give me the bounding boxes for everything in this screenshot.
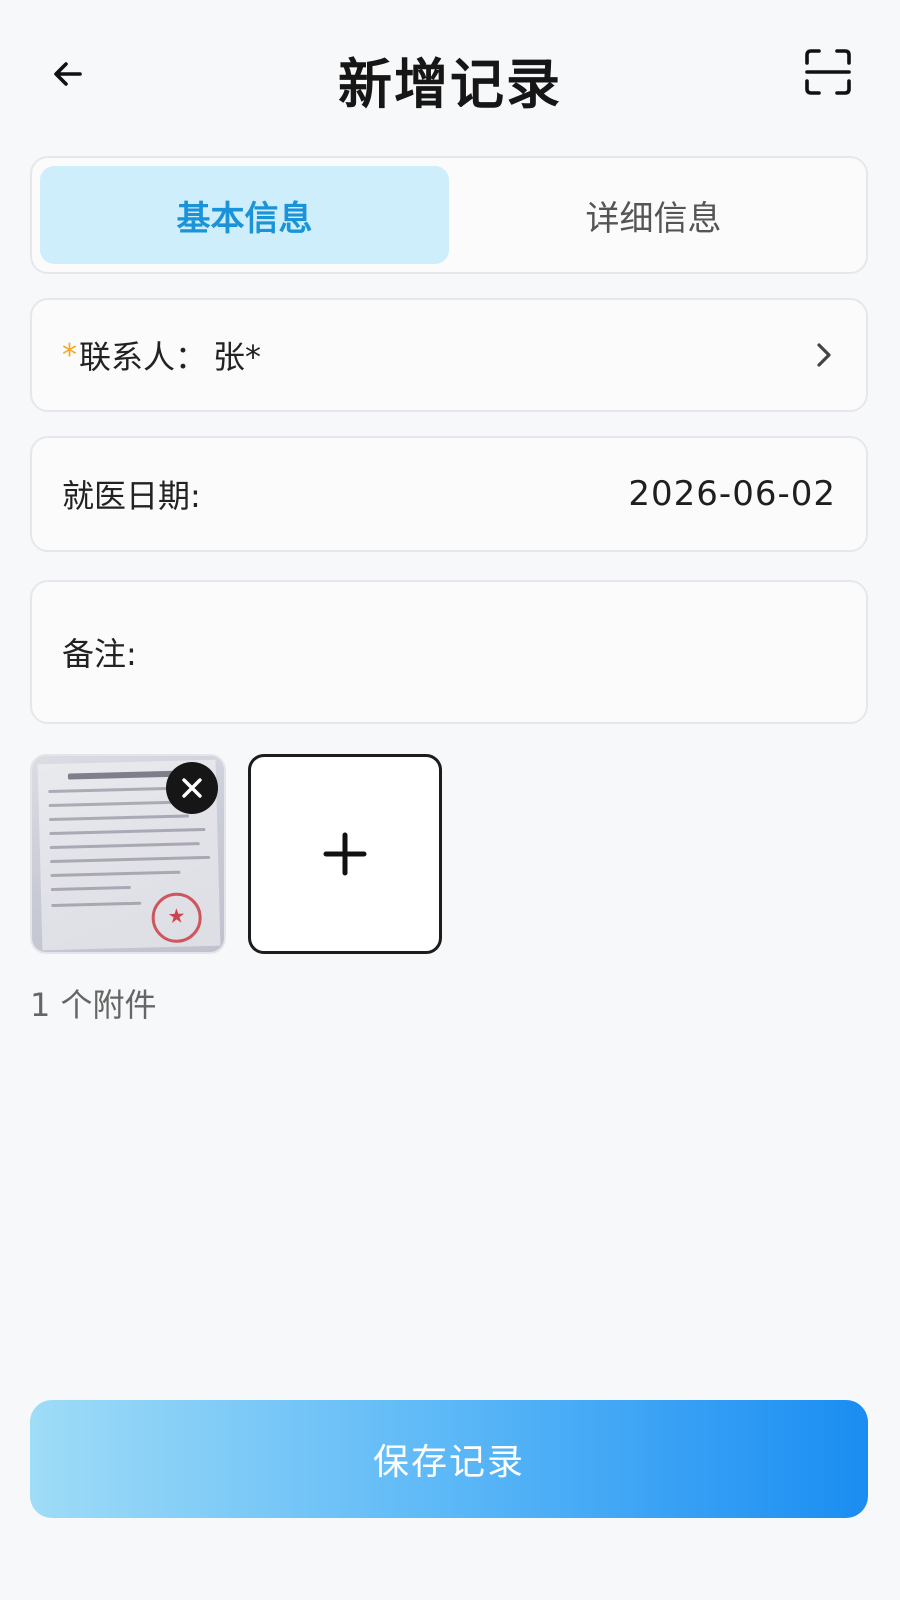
required-mark: * bbox=[62, 337, 77, 373]
chevron-right-icon bbox=[812, 339, 836, 371]
add-attachment-button[interactable] bbox=[248, 754, 442, 954]
save-record-button[interactable]: 保存记录 bbox=[30, 1400, 868, 1518]
contact-field[interactable]: * 联系人： 张* bbox=[30, 298, 868, 412]
visit-date-field[interactable]: 就医日期: 2026-06-02 bbox=[30, 436, 868, 552]
attachment-thumbnail[interactable] bbox=[30, 754, 226, 954]
remove-attachment-button[interactable] bbox=[166, 762, 218, 814]
tab-basic-info[interactable]: 基本信息 bbox=[40, 166, 449, 264]
tab-bar: 基本信息 详细信息 bbox=[30, 156, 868, 274]
attachment-count: 1 个附件 bbox=[30, 986, 157, 1024]
note-field[interactable]: 备注: bbox=[30, 580, 868, 724]
contact-value: 张* bbox=[213, 338, 262, 376]
attachment-list bbox=[30, 754, 442, 954]
scan-button[interactable] bbox=[800, 44, 856, 100]
scan-icon bbox=[805, 49, 851, 95]
tab-detail-info[interactable]: 详细信息 bbox=[449, 166, 858, 264]
plus-icon bbox=[323, 832, 367, 876]
visit-date-label: 就医日期: bbox=[62, 477, 201, 515]
visit-date-value: 2026-06-02 bbox=[628, 474, 836, 514]
app-header: 新增记录 bbox=[0, 0, 900, 150]
stamp-image bbox=[151, 892, 203, 944]
close-icon bbox=[182, 778, 202, 798]
contact-label: 联系人： bbox=[79, 338, 208, 376]
page-title: 新增记录 bbox=[338, 53, 562, 116]
note-label: 备注: bbox=[62, 635, 137, 673]
